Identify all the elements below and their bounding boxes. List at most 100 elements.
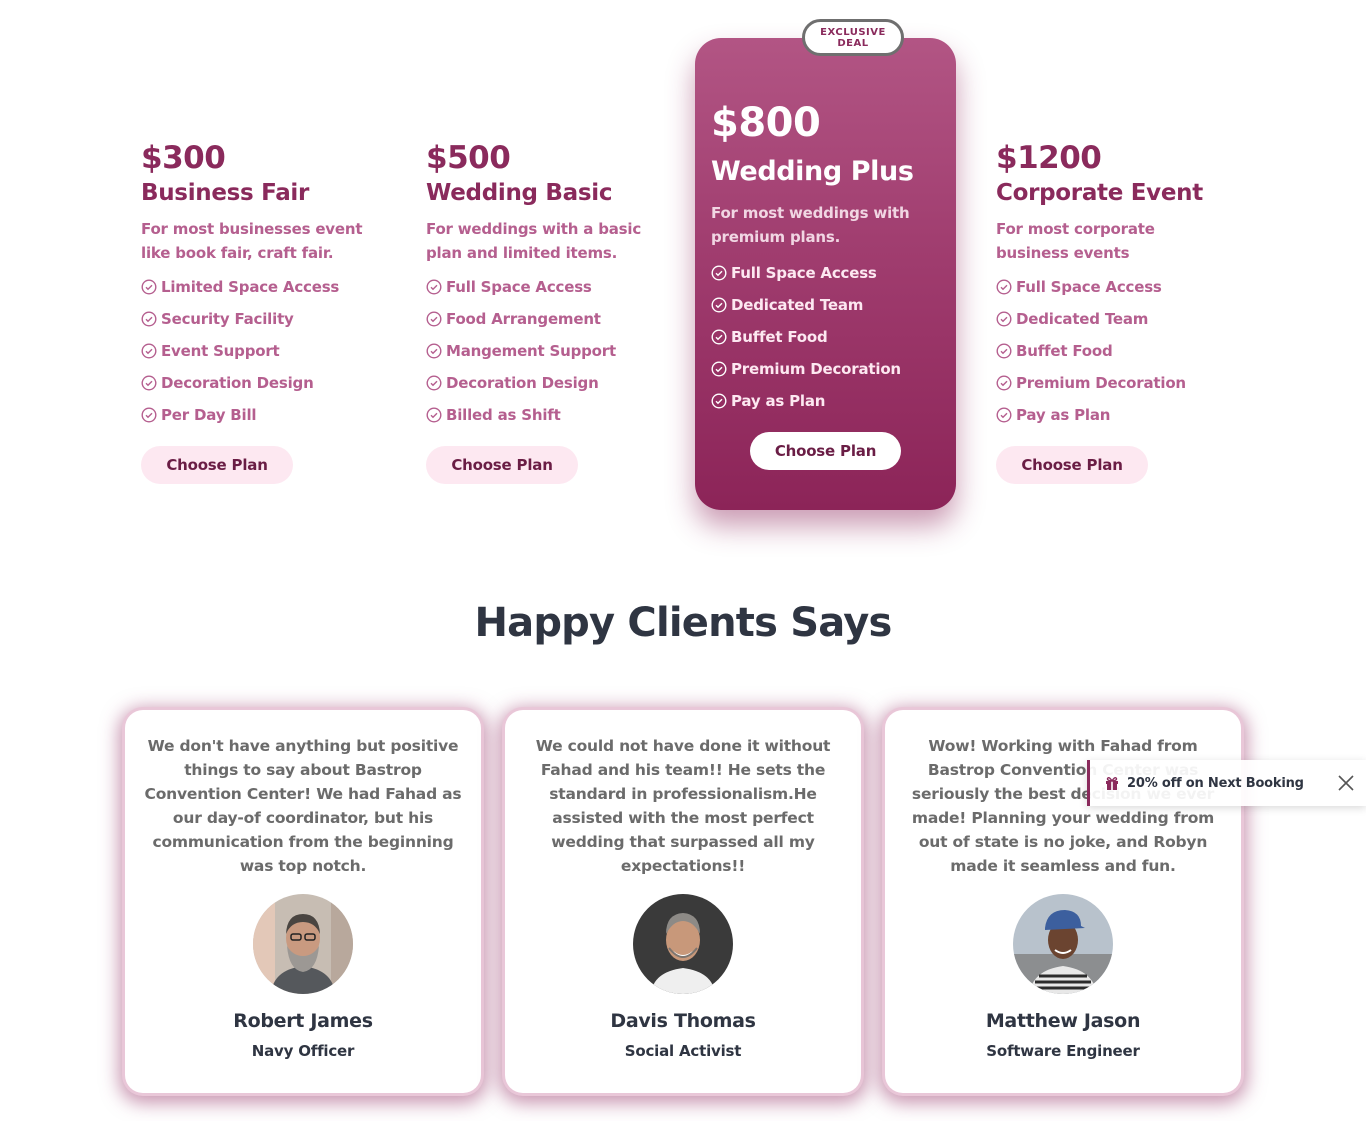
- plan-feature: Event Support: [141, 335, 391, 367]
- quote-line: Convention Center! We had Fahad as: [144, 785, 462, 803]
- avatar: [633, 894, 733, 994]
- plan-feature-label: Event Support: [161, 342, 280, 361]
- plan-feature: Decoration Design: [426, 367, 676, 399]
- check-circle-icon: [426, 279, 442, 295]
- check-circle-icon: [711, 393, 727, 409]
- plan-description: For most businesses event like book fair…: [141, 217, 391, 265]
- testimonial-quote: We don't have anything but positive thin…: [143, 734, 463, 878]
- toast-message: 20% off on Next Booking: [1127, 775, 1304, 791]
- plan-feature-list: Full Space Access Food Arrangement Mange…: [426, 271, 676, 431]
- plan-price: $300: [141, 140, 226, 176]
- plan-feature-label: Food Arrangement: [446, 310, 601, 329]
- check-circle-icon: [711, 329, 727, 345]
- quote-line: wedding that surpassed all my: [551, 833, 815, 851]
- quote-line: We don't have anything but positive: [147, 737, 459, 755]
- plan-feature-label: Per Day Bill: [161, 406, 257, 425]
- choose-plan-button[interactable]: Choose Plan: [996, 446, 1148, 485]
- plan-feature: Limited Space Access: [141, 271, 391, 303]
- plan-feature-list: Full Space Access Dedicated Team Buffet …: [711, 257, 940, 417]
- quote-line: out of state is no joke, and Robyn: [918, 833, 1208, 851]
- plan-feature-label: Premium Decoration: [1016, 374, 1186, 393]
- quote-line: communication from the beginning: [152, 833, 454, 851]
- plan-card-wedding-plus: EXCLUSIVE DEAL $800 Wedding Plus For mos…: [695, 19, 956, 510]
- choose-plan-button[interactable]: Choose Plan: [426, 446, 578, 485]
- plan-feature: Security Facility: [141, 303, 391, 335]
- exclusive-deal-badge: EXCLUSIVE DEAL: [802, 19, 904, 56]
- plan-description-line: For most corporate: [996, 220, 1155, 239]
- plan-feature: Buffet Food: [711, 321, 940, 353]
- plan-feature-label: Decoration Design: [446, 374, 599, 393]
- quote-line: was top notch.: [239, 857, 367, 875]
- quote-line: our day-of coordinator, but his: [172, 809, 434, 827]
- check-circle-icon: [141, 343, 157, 359]
- plan-description: For most weddings with premium plans.: [711, 201, 940, 249]
- plan-description-line: business events: [996, 244, 1130, 263]
- check-circle-icon: [996, 375, 1012, 391]
- plan-feature: Billed as Shift: [426, 399, 676, 431]
- check-circle-icon: [996, 407, 1012, 423]
- plan-description-line: For most businesses event: [141, 220, 363, 239]
- gift-icon: [1106, 777, 1118, 790]
- testimonial-card: We could not have done it without Fahad …: [505, 710, 861, 1093]
- testimonial-name: Davis Thomas: [610, 1010, 756, 1032]
- check-circle-icon: [141, 311, 157, 327]
- testimonial-quote: Wow! Working with Fahad from Bastrop Con…: [903, 734, 1223, 878]
- plan-feature-label: Dedicated Team: [731, 296, 864, 314]
- quote-line: things to say about Bastrop: [184, 761, 422, 779]
- plan-feature-label: Pay as Plan: [731, 392, 826, 410]
- plan-feature-list: Limited Space Access Security Facility E…: [141, 271, 391, 431]
- quote-line: Fahad and his team!! He sets the: [540, 761, 826, 779]
- plan-feature-label: Full Space Access: [1016, 278, 1162, 297]
- badge-line: DEAL: [837, 38, 869, 49]
- plan-feature-label: Billed as Shift: [446, 406, 561, 425]
- plan-price: $1200: [996, 140, 1102, 176]
- plan-feature-label: Security Facility: [161, 310, 294, 329]
- testimonial-name: Matthew Jason: [985, 1010, 1141, 1032]
- plan-feature-label: Buffet Food: [731, 328, 828, 346]
- testimonial-card: We don't have anything but positive thin…: [125, 710, 481, 1093]
- choose-plan-button[interactable]: Choose Plan: [141, 446, 293, 485]
- testimonial-role: Social Activist: [624, 1042, 742, 1060]
- plan-feature: Per Day Bill: [141, 399, 391, 431]
- close-icon[interactable]: [1336, 773, 1356, 793]
- plan-name: Corporate Event: [996, 180, 1203, 207]
- avatar: [253, 894, 353, 994]
- plan-card-business-fair: $300 Business Fair For most businesses e…: [141, 140, 391, 485]
- quote-line: standard in professionalism.He: [549, 785, 817, 803]
- plan-feature-label: Dedicated Team: [1016, 310, 1149, 329]
- plan-feature-label: Full Space Access: [446, 278, 592, 297]
- plan-feature: Decoration Design: [141, 367, 391, 399]
- check-circle-icon: [711, 297, 727, 313]
- plan-feature: Premium Decoration: [996, 367, 1246, 399]
- plan-description-line: plan and limited items.: [426, 244, 618, 263]
- plan-description: For weddings with a basic plan and limit…: [426, 217, 676, 265]
- choose-plan-button[interactable]: Choose Plan: [750, 432, 901, 470]
- badge-line: EXCLUSIVE: [820, 27, 886, 38]
- testimonial-name: Robert James: [233, 1010, 373, 1032]
- plan-description: For most corporate business events: [996, 217, 1246, 265]
- check-circle-icon: [711, 265, 727, 281]
- check-circle-icon: [141, 407, 157, 423]
- plan-feature: Pay as Plan: [996, 399, 1246, 431]
- plan-feature: Mangement Support: [426, 335, 676, 367]
- plan-feature: Dedicated Team: [711, 289, 940, 321]
- plan-price: $800: [711, 100, 821, 146]
- plan-card-corporate-event: $1200 Corporate Event For most corporate…: [996, 140, 1246, 485]
- plan-feature-label: Pay as Plan: [1016, 406, 1111, 425]
- check-circle-icon: [996, 343, 1012, 359]
- plan-feature-label: Premium Decoration: [731, 360, 901, 378]
- plan-feature: Full Space Access: [996, 271, 1246, 303]
- plan-description-line: premium plans.: [711, 228, 841, 246]
- plan-feature: Pay as Plan: [711, 385, 940, 417]
- check-circle-icon: [426, 375, 442, 391]
- check-circle-icon: [426, 311, 442, 327]
- plan-feature-list: Full Space Access Dedicated Team Buffet …: [996, 271, 1246, 431]
- plan-description-line: For weddings with a basic: [426, 220, 642, 239]
- plan-feature: Buffet Food: [996, 335, 1246, 367]
- plan-feature: Full Space Access: [426, 271, 676, 303]
- plan-feature-label: Limited Space Access: [161, 278, 340, 297]
- quote-line: We could not have done it without: [535, 737, 831, 755]
- promo-toast[interactable]: 20% off on Next Booking: [1087, 760, 1366, 806]
- quote-line: expectations!!: [620, 857, 746, 875]
- plan-feature: Premium Decoration: [711, 353, 940, 385]
